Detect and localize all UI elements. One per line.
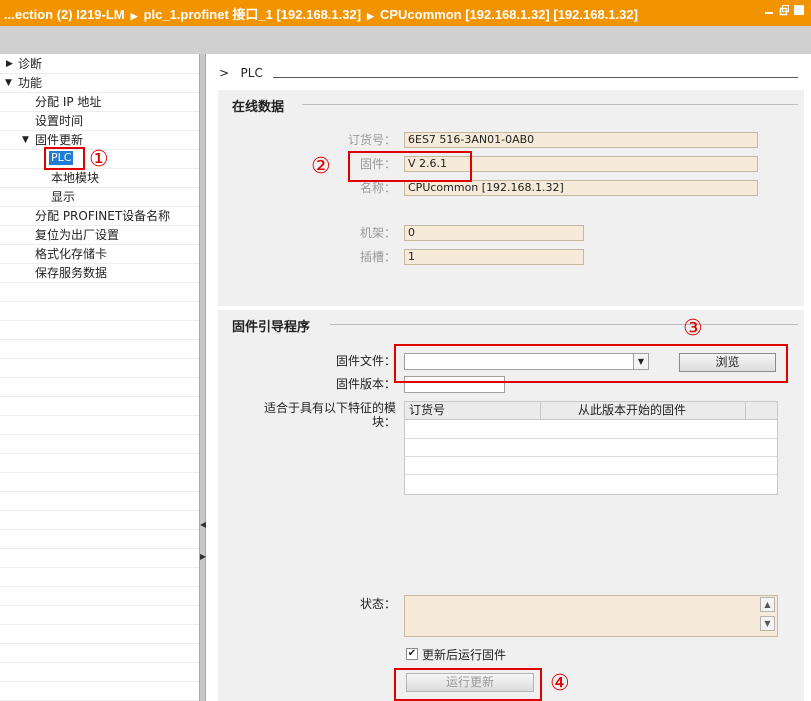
annotation-box-2 — [348, 151, 472, 182]
collapse-triangle-icon[interactable]: ▼ — [22, 132, 29, 148]
annotation-box-1 — [44, 147, 85, 170]
tree-item-diagnose[interactable]: 诊断 — [18, 56, 42, 72]
order-no-label: 订货号： — [347, 133, 396, 147]
title-crumb-connection[interactable]: ...ection (2) I219-LM — [4, 7, 125, 22]
firmware-version-label: 固件版本： — [335, 377, 396, 391]
breadcrumb-label: PLC — [240, 66, 263, 80]
order-no-field: 6ES7 516-3AN01-0AB0 — [404, 132, 758, 148]
status-box — [404, 595, 778, 637]
annotation-number-1: ① — [89, 147, 109, 172]
column-firmware-from[interactable]: 从此版本开始的固件 — [578, 402, 686, 419]
rack-label: 机架： — [359, 226, 396, 240]
toolbar-strip — [0, 26, 811, 54]
tree-item-format-card[interactable]: 格式化存储卡 — [35, 246, 107, 262]
name-field: CPUcommon [192.168.1.32] — [404, 180, 758, 196]
breadcrumb: > PLC — [219, 66, 263, 80]
crumb-arrow-icon: ▶ — [130, 11, 138, 21]
online-data-section: 在线数据 订货号： 6ES7 516-3AN01-0AB0 固件： V 2.6.… — [218, 90, 804, 306]
tree-item-display[interactable]: 显示 — [51, 189, 75, 205]
title-crumb-interface[interactable]: plc_1.profinet 接口_1 [192.168.1.32] — [144, 7, 361, 22]
column-order-no[interactable]: 订货号 — [409, 402, 445, 419]
tree-item-local-module[interactable]: 本地模块 — [51, 170, 99, 186]
tree-item-functions[interactable]: 功能 — [18, 75, 42, 91]
pane-splitter[interactable]: ◀ ▶ — [199, 54, 206, 701]
tree-item-assign-profinet-name[interactable]: 分配 PROFINET设备名称 — [35, 208, 170, 224]
breadcrumb-divider — [273, 77, 798, 78]
title-crumb-device[interactable]: CPUcommon [192.168.1.32] [192.168.1.32] — [380, 7, 638, 22]
window-controls — [763, 4, 805, 16]
tree-item-save-service-data[interactable]: 保存服务数据 — [35, 265, 107, 281]
minimize-icon[interactable] — [763, 4, 775, 16]
crumb-arrow-icon: ▶ — [367, 11, 374, 21]
title-bar: ...ection (2) I219-LM ▶ plc_1.profinet 接口_… — [0, 0, 811, 26]
tree-item-firmware-update[interactable]: 固件更新 — [35, 132, 83, 148]
module-table-header: 订货号 从此版本开始的固件 — [405, 402, 777, 420]
firmware-loader-title: 固件引导程序 — [232, 320, 311, 335]
checkbox-checked-icon[interactable]: ✔ — [406, 648, 418, 660]
online-data-title: 在线数据 — [232, 100, 285, 115]
module-table: 订货号 从此版本开始的固件 — [404, 401, 778, 495]
slot-label: 插槽： — [359, 250, 396, 264]
run-after-update-label: 更新后运行固件 — [422, 648, 507, 662]
scroll-up-icon[interactable]: ▲ — [760, 597, 775, 612]
annotation-number-4: ④ — [550, 671, 570, 696]
breadcrumb-arrow-icon: > — [219, 66, 230, 80]
tree-item-reset-factory[interactable]: 复位为出厂设置 — [35, 227, 119, 243]
annotation-number-2: ② — [311, 154, 331, 179]
section-divider — [302, 104, 798, 105]
restore-icon[interactable] — [778, 4, 790, 16]
collapse-triangle-icon[interactable]: ▼ — [5, 75, 12, 91]
tree-item-set-time[interactable]: 设置时间 — [35, 113, 83, 129]
annotation-box-3 — [394, 344, 788, 383]
annotation-box-4 — [394, 668, 542, 701]
status-label: 状态： — [359, 597, 396, 611]
firmware-file-label: 固件文件： — [335, 354, 396, 368]
function-tree: ▶ 诊断 ▼ 功能 分配 IP 地址 设置时间 ▼ 固件更新 PLC ① 本地模… — [0, 54, 199, 701]
scroll-down-icon[interactable]: ▼ — [760, 616, 775, 631]
slot-field: 1 — [404, 249, 584, 265]
close-icon[interactable] — [793, 4, 805, 16]
title-breadcrumb: ...ection (2) I219-LM ▶ plc_1.profinet 接口_… — [4, 4, 644, 23]
section-divider — [330, 324, 798, 325]
rack-field: 0 — [404, 225, 584, 241]
tree-item-assign-ip[interactable]: 分配 IP 地址 — [35, 94, 101, 110]
annotation-number-3: ③ — [683, 316, 703, 341]
content-pane: > PLC 在线数据 订货号： 6ES7 516-3AN01-0AB0 固件： … — [206, 54, 811, 701]
expand-triangle-icon[interactable]: ▶ — [6, 56, 13, 72]
suitable-modules-label: 适合于具有以下特征的模块： — [263, 401, 396, 429]
